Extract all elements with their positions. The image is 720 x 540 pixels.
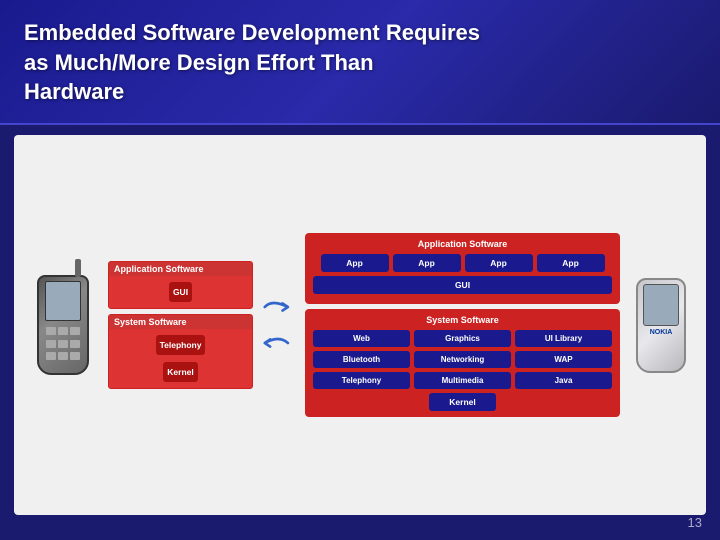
right-graphics: Graphics	[414, 330, 511, 347]
right-multimedia: Multimedia	[414, 372, 511, 389]
left-app-label: Application Software	[109, 262, 252, 276]
phone-brand-label: NOKIA	[650, 329, 673, 336]
left-gui-box: GUI	[169, 282, 192, 302]
slide-title: Embedded Software Development Requires a…	[24, 18, 696, 107]
right-wap: WAP	[515, 351, 612, 368]
phone-left-image	[28, 275, 98, 375]
right-ui-library: UI Library	[515, 330, 612, 347]
arrow-top	[263, 296, 295, 318]
phone-right-body: NOKIA	[636, 278, 686, 373]
right-app-1: App	[321, 254, 389, 272]
right-networking: Networking	[414, 351, 511, 368]
phone-screen	[643, 284, 679, 326]
right-app-title: Application Software	[313, 239, 612, 249]
right-app-4: App	[537, 254, 605, 272]
right-sys-section: System Software Web Graphics UI Library …	[305, 309, 620, 417]
diagram-left: Application Software GUI System Software…	[108, 261, 253, 389]
right-app-section: Application Software App App App App GUI	[305, 233, 620, 304]
right-app-2: App	[393, 254, 461, 272]
right-app-row: App App App App	[313, 254, 612, 272]
right-java: Java	[515, 372, 612, 389]
right-bluetooth: Bluetooth	[313, 351, 410, 368]
diagram-right: Application Software App App App App GUI…	[305, 233, 620, 417]
left-sys-label: System Software	[109, 315, 252, 329]
right-sys-grid: Web Graphics UI Library Bluetooth Networ…	[313, 330, 612, 389]
phone-right-image: NOKIA	[630, 278, 692, 373]
left-sys-section: System Software Telephony Kernel	[108, 314, 253, 389]
right-app-3: App	[465, 254, 533, 272]
right-gui-row: GUI	[313, 276, 612, 294]
arrows	[263, 296, 295, 354]
slide-content: Application Software GUI System Software…	[14, 135, 706, 515]
right-telephony: Telephony	[313, 372, 410, 389]
right-kernel: Kernel	[429, 393, 495, 411]
right-gui-box: GUI	[313, 276, 612, 294]
right-web: Web	[313, 330, 410, 347]
left-telephony-box: Telephony	[156, 335, 206, 355]
left-kernel-box: Kernel	[163, 362, 197, 382]
left-app-section: Application Software GUI	[108, 261, 253, 309]
right-sys-title: System Software	[313, 315, 612, 325]
right-kernel-row: Kernel	[313, 393, 612, 411]
arrow-bottom	[263, 332, 295, 354]
page-number: 13	[688, 515, 702, 530]
slide-header: Embedded Software Development Requires a…	[0, 0, 720, 125]
